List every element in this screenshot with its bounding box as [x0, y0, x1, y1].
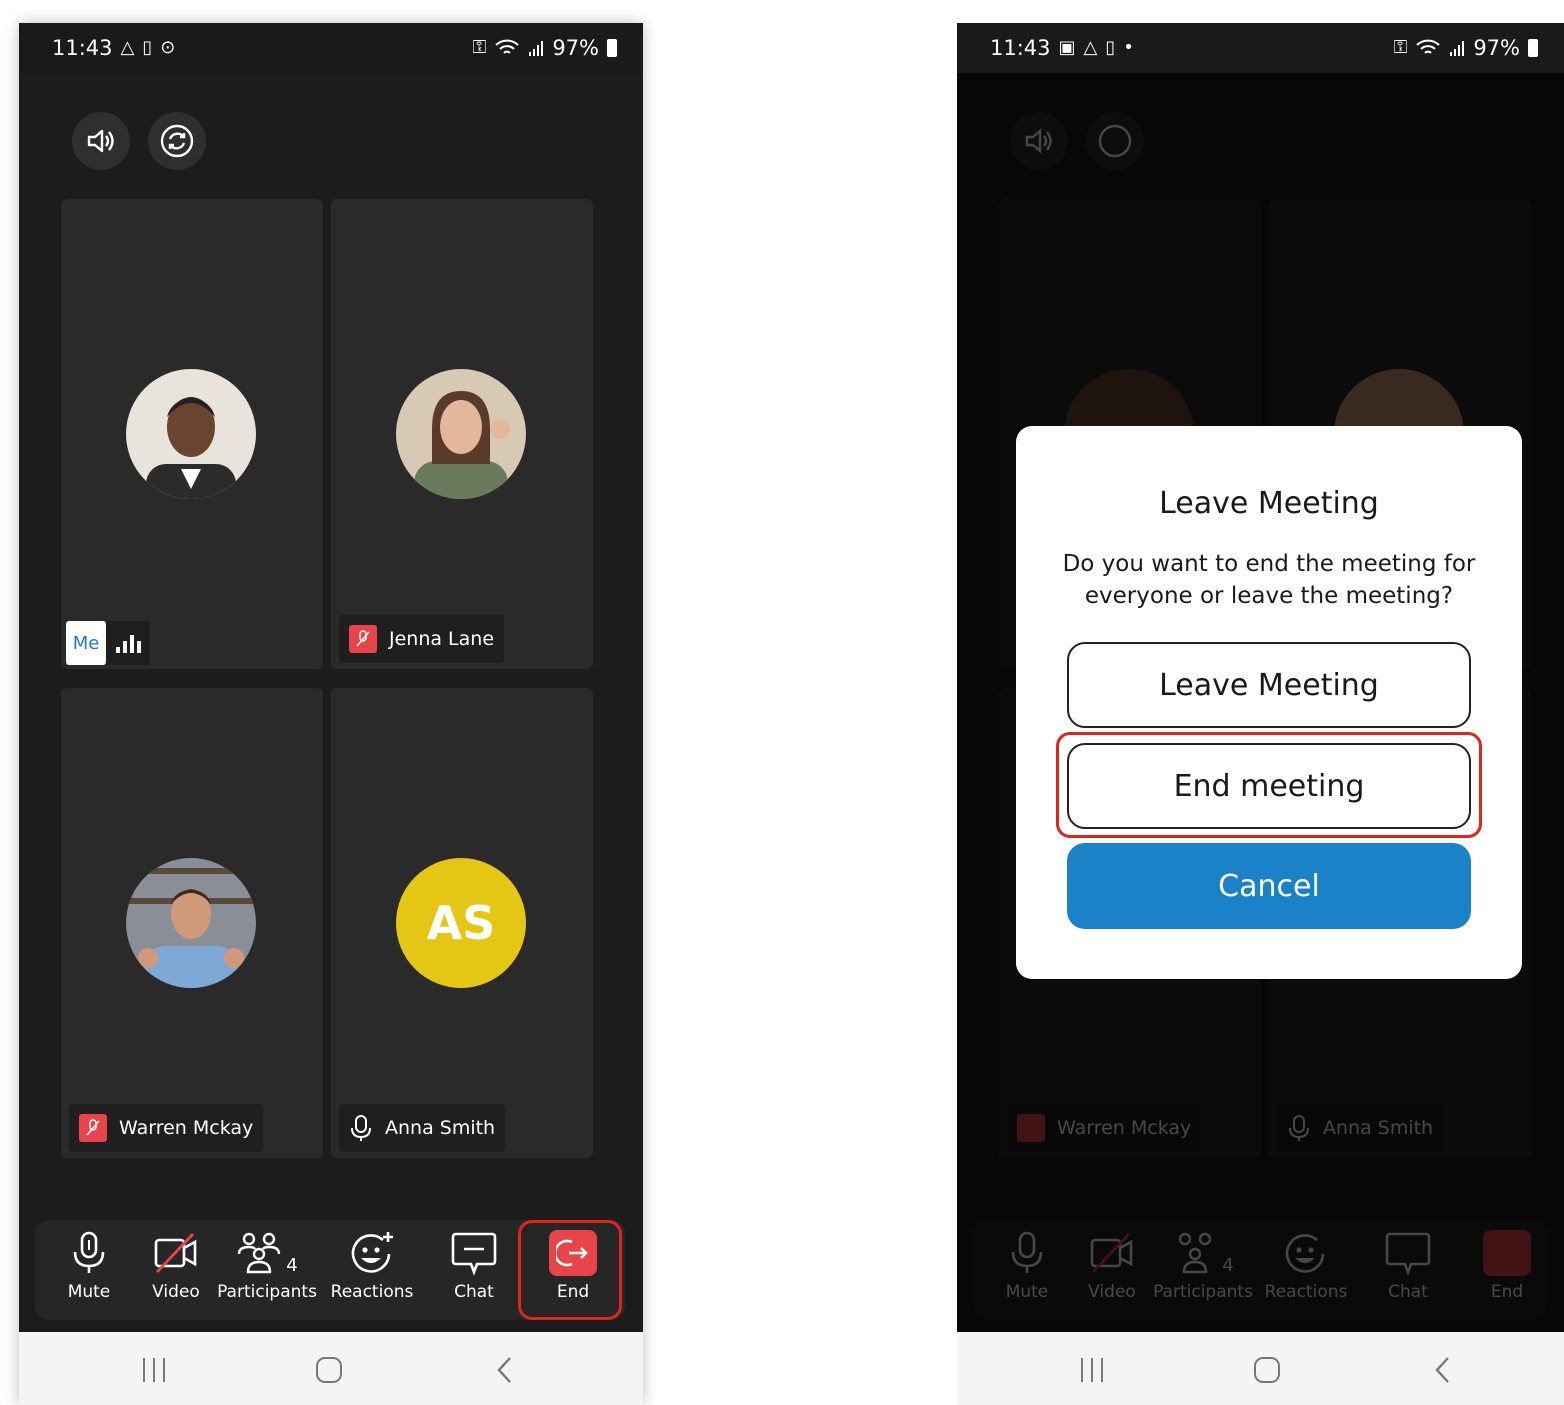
- avatar-anna-initials: AS: [396, 858, 526, 988]
- back-chevron-icon: [1435, 1357, 1449, 1383]
- back-button[interactable]: [1423, 1352, 1463, 1388]
- recent-apps-button[interactable]: [134, 1352, 174, 1388]
- vpn-key-icon: ⚿: [472, 37, 487, 58]
- participant-name: Warren Mckay: [119, 1117, 254, 1139]
- smiley-plus-icon: [351, 1232, 393, 1273]
- switch-camera-button[interactable]: [148, 112, 206, 170]
- avatar-photo: [126, 369, 256, 499]
- dialog-message: Do you want to end the meeting for every…: [1062, 551, 1476, 609]
- back-chevron-icon: [497, 1357, 511, 1383]
- leave-meeting-button[interactable]: Leave Meeting: [1067, 642, 1471, 728]
- battery-percent: 97%: [1473, 36, 1520, 60]
- vpn-key-icon: ⚿: [1393, 37, 1408, 58]
- participant-name: Anna Smith: [385, 1117, 496, 1139]
- audio-level-icon: [106, 621, 150, 665]
- speaker-button[interactable]: [72, 112, 130, 170]
- speaker-icon: [87, 129, 114, 153]
- home-icon: [316, 1357, 342, 1383]
- notification-dot-icon: •: [1123, 37, 1134, 58]
- nametag-warren: Warren Mckay: [69, 1104, 264, 1152]
- video-label: Video: [152, 1282, 200, 1302]
- end-meeting-highlight: [1056, 732, 1482, 838]
- battery-icon: [607, 39, 617, 57]
- avatar-me: [126, 369, 256, 499]
- avatar-jenna: [396, 369, 526, 499]
- chat-label: Chat: [454, 1282, 494, 1302]
- participant-tile-me[interactable]: Me: [61, 199, 323, 669]
- status-time: 11:43: [52, 36, 113, 60]
- clipboard-icon: ▯: [1105, 37, 1116, 58]
- recent-apps-button[interactable]: [1072, 1352, 1112, 1388]
- mic-muted-icon: [349, 625, 377, 653]
- sync-icon: ⊙: [160, 37, 176, 58]
- android-nav-bar: [957, 1332, 1564, 1405]
- camera-switch-icon: [160, 124, 194, 158]
- battery-percent: 97%: [552, 36, 599, 60]
- me-label: Me: [66, 621, 106, 665]
- participant-tile-anna[interactable]: AS Anna Smith: [331, 688, 593, 1158]
- end-button-highlight: [518, 1220, 622, 1320]
- mute-label: Mute: [67, 1282, 111, 1302]
- participants-count: 4: [286, 1255, 298, 1276]
- microphone-icon: [73, 1231, 105, 1273]
- participant-tile-jenna[interactable]: Jenna Lane: [331, 199, 593, 669]
- chat-button[interactable]: Chat: [439, 1220, 509, 1320]
- signal-icon: [1450, 41, 1465, 56]
- status-time: 11:43: [990, 36, 1051, 60]
- avatar-photo: [126, 858, 256, 988]
- nametag-anna: Anna Smith: [339, 1104, 506, 1152]
- mic-icon: [351, 1115, 371, 1141]
- me-nametag: Me: [66, 619, 150, 667]
- signal-icon: [529, 41, 544, 56]
- back-button[interactable]: [485, 1352, 525, 1388]
- nametag-jenna: Jenna Lane: [339, 615, 505, 663]
- cancel-button[interactable]: Cancel: [1067, 843, 1471, 929]
- mute-button[interactable]: Mute: [53, 1220, 125, 1320]
- wifi-icon: [495, 39, 519, 54]
- participant-name: Jenna Lane: [389, 628, 495, 650]
- chat-bubble-icon: [451, 1232, 497, 1276]
- dialog-title: Leave Meeting: [1159, 486, 1379, 521]
- home-icon: [1254, 1357, 1280, 1383]
- drive-icon: △: [120, 37, 135, 58]
- wifi-icon: [1416, 39, 1440, 54]
- avatar-photo: [396, 369, 526, 499]
- recent-apps-icon: [143, 1358, 165, 1382]
- recent-apps-icon: [1081, 1358, 1103, 1382]
- status-bar: 11:43 ▣ △ ▯ • ⚿ 97%: [957, 23, 1564, 73]
- home-button[interactable]: [309, 1352, 349, 1388]
- battery-icon: [1528, 39, 1538, 57]
- reactions-label: Reactions: [330, 1282, 414, 1302]
- reactions-button[interactable]: Reactions: [331, 1220, 413, 1320]
- avatar-warren: [126, 858, 256, 988]
- phone-screen-in-call: 11:43 △ ▯ ⊙ ⚿ 97% Me Jenna Lane Warren M…: [19, 23, 643, 1405]
- participant-tile-warren[interactable]: Warren Mckay: [61, 688, 323, 1158]
- participants-icon: [238, 1232, 281, 1274]
- gallery-icon: ▣: [1058, 37, 1076, 58]
- drive-icon: △: [1083, 37, 1098, 58]
- mic-muted-icon: [79, 1114, 107, 1142]
- home-button[interactable]: [1247, 1352, 1287, 1388]
- video-button[interactable]: Video: [140, 1220, 212, 1320]
- participants-label: Participants: [217, 1282, 317, 1302]
- phone-screen-leave-dialog: 11:43 ▣ △ ▯ • ⚿ 97% Warren Mckay: [957, 23, 1564, 1405]
- android-nav-bar: [19, 1332, 643, 1405]
- clipboard-icon: ▯: [142, 37, 153, 58]
- video-off-icon: [154, 1233, 197, 1273]
- leave-meeting-dialog: Leave Meeting Do you want to end the mee…: [1016, 426, 1522, 979]
- participants-button[interactable]: 4 Participants: [217, 1220, 317, 1320]
- status-bar: 11:43 △ ▯ ⊙ ⚿ 97%: [19, 23, 643, 73]
